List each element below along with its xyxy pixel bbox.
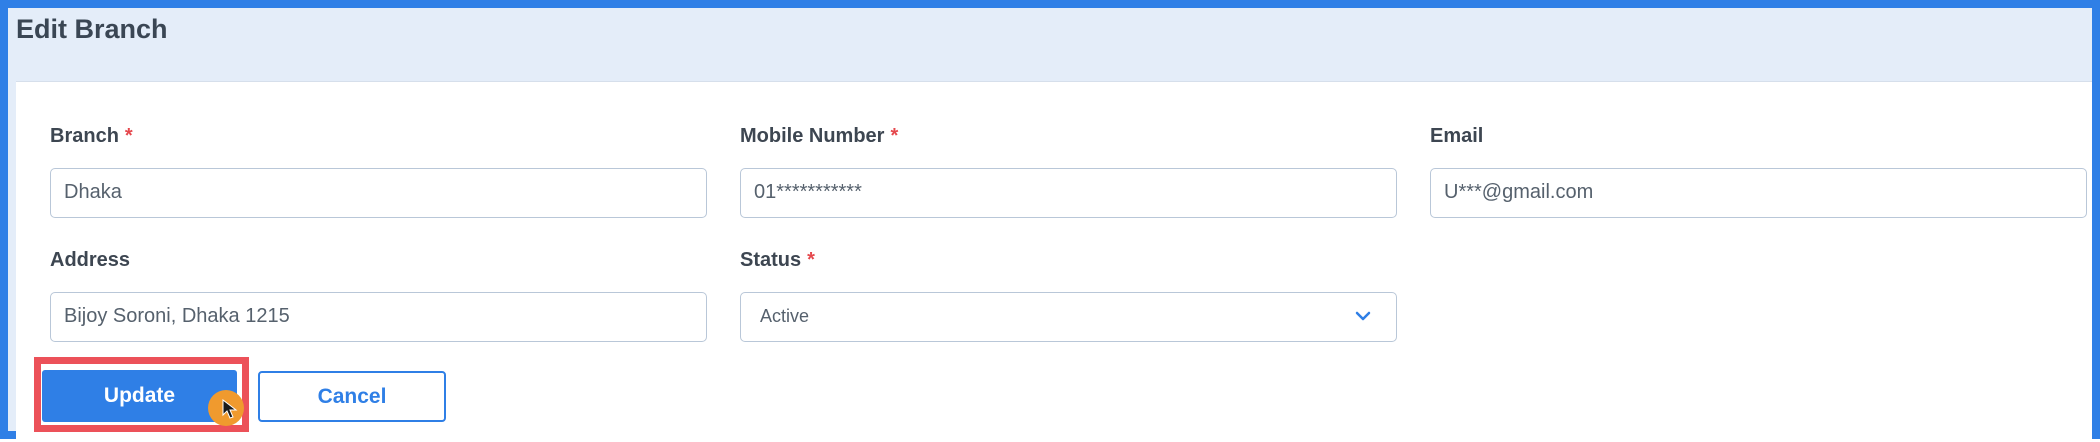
address-label: Address [50,249,131,271]
address-field: Address Bijoy Soroni, Dhaka 1215 [50,246,707,342]
status-field: Status * Active [740,246,1397,342]
branch-field: Branch * Dhaka [50,122,707,218]
cancel-button[interactable]: Cancel [258,371,446,422]
status-label: Status * [740,249,815,271]
branch-input[interactable]: Dhaka [50,168,707,218]
branch-label: Branch * [50,125,133,147]
status-select[interactable]: Active [740,292,1397,342]
mobile-label: Mobile Number * [740,125,899,147]
window-frame: Edit Branch Branch * Dhaka Mobile Number *… [0,0,2100,442]
mobile-field: Mobile Number * 01*********** [740,122,1397,218]
required-mark: * [890,125,899,147]
required-mark: * [124,125,133,147]
required-mark: * [807,249,815,271]
cursor-icon [222,399,238,419]
email-input[interactable]: U***@gmail.com [1430,168,2087,218]
email-label: Email [1430,125,1484,147]
chevron-down-icon [1355,311,1371,321]
status-selected-value: Active [760,306,810,326]
address-input[interactable]: Bijoy Soroni, Dhaka 1215 [50,292,707,342]
mobile-number-input[interactable]: 01*********** [740,168,1397,218]
email-field: Email U***@gmail.com [1430,122,2087,218]
page-title: Edit Branch [16,14,168,44]
